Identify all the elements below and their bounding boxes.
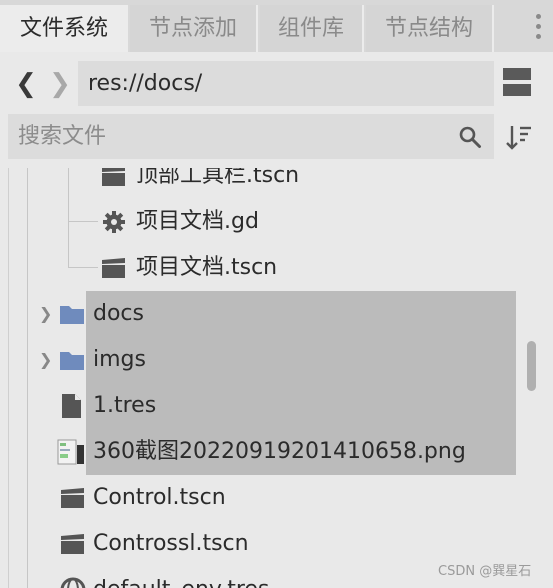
- tree-item[interactable]: 1.tres: [9, 383, 545, 429]
- tree-item-label: 360截图20220919201410658.png: [93, 439, 466, 464]
- chevron-right-icon[interactable]: ❯: [39, 350, 52, 369]
- gear-icon: [103, 211, 125, 233]
- file-tree[interactable]: 顶部工具栏.tscn 项目文档.gd 项目文档.tscn ❯ docs ❯ im…: [8, 168, 545, 588]
- dock-tab-bar: 文件系统 节点添加 组件库 节点结构: [0, 0, 553, 52]
- folder-icon: [60, 352, 84, 370]
- tree-item[interactable]: 360截图20220919201410658.png: [9, 429, 545, 475]
- tree-item[interactable]: 项目文档.gd: [9, 199, 545, 245]
- scene-clapper-icon: [102, 168, 125, 186]
- path-field[interactable]: res://docs/: [78, 61, 494, 106]
- tree-item-label: docs: [93, 301, 144, 326]
- tree-item[interactable]: 顶部工具栏.tscn: [9, 168, 545, 199]
- tab-filesystem[interactable]: 文件系统: [0, 5, 128, 52]
- folder-icon: [60, 306, 84, 324]
- scene-clapper-icon: [61, 534, 84, 554]
- image-thumbnail-icon: [57, 439, 84, 465]
- tree-item[interactable]: ❯ imgs: [9, 337, 545, 383]
- forward-button[interactable]: ❯: [48, 66, 72, 102]
- tab-component-library[interactable]: 组件库: [260, 5, 364, 52]
- tree-item-label: default_env.tres: [93, 567, 269, 588]
- tree-item[interactable]: 项目文档.tscn: [9, 245, 545, 291]
- chevron-right-icon[interactable]: ❯: [39, 304, 52, 323]
- split-layout-icon[interactable]: [503, 68, 531, 98]
- scene-clapper-icon: [61, 488, 84, 508]
- more-vertical-icon[interactable]: [530, 12, 546, 44]
- globe-icon: [60, 577, 86, 588]
- file-search-input[interactable]: 搜索文件: [8, 114, 494, 159]
- sort-icon[interactable]: [504, 122, 534, 152]
- tab-node-structure[interactable]: 节点结构: [366, 5, 494, 52]
- tree-item-label: Control.tscn: [93, 485, 226, 510]
- tree-item[interactable]: ❯ docs: [9, 291, 545, 337]
- search-icon: [459, 126, 481, 148]
- tree-item-label: 项目文档.gd: [136, 209, 259, 234]
- tree-item[interactable]: Control.tscn: [9, 475, 545, 521]
- resource-file-icon: [62, 394, 81, 418]
- tree-item-label: 顶部工具栏.tscn: [136, 168, 300, 188]
- scrollbar-thumb[interactable]: [527, 341, 536, 391]
- tree-item-label: 项目文档.tscn: [136, 255, 278, 280]
- scene-clapper-icon: [102, 258, 125, 278]
- back-button[interactable]: ❮: [14, 66, 38, 102]
- watermark: CSDN @巽星石: [438, 564, 532, 579]
- tree-item-label: 1.tres: [93, 393, 157, 418]
- tree-item-label: imgs: [93, 347, 146, 372]
- tree-item-label: Controssl.tscn: [93, 531, 249, 556]
- tab-node-add[interactable]: 节点添加: [130, 5, 258, 52]
